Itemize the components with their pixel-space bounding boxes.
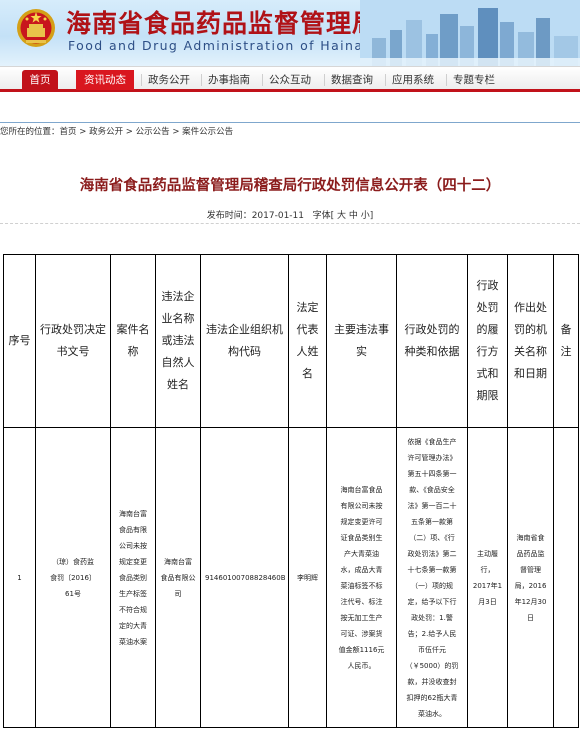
header-cell-remarks: 备注	[553, 254, 579, 428]
header-cell-case-name: 案件名称	[110, 254, 156, 428]
header-cell-penalty-basis: 行政处罚的种类和依据	[396, 254, 468, 428]
nav-guide[interactable]: 办事指南	[205, 70, 253, 90]
header-cell-no: 序号	[3, 254, 36, 428]
table-row: 1 （琼）食药监 食罚〔2016〕 61号 海南台富 食品有限 公司未按 规定变…	[3, 427, 579, 728]
nav-news[interactable]: 资讯动态	[76, 70, 134, 90]
font-size-small[interactable]: 小	[361, 211, 370, 221]
site-header: 海南省食品药品监督管理局 Food and Drug Administratio…	[0, 0, 580, 66]
breadcrumb-gov-affairs[interactable]: 政务公开	[89, 127, 123, 137]
cell-penalty-basis: 依据《食品生产 许可管理办法》 第五十四条第一 款、《食品安全 法》第一百二十 …	[396, 427, 468, 728]
cell-facts: 海南台富食品 有限公司未按 规定变更许可 证食品类别生 产大青菜油 水，成品大青…	[326, 427, 397, 728]
nav-interaction[interactable]: 公众互动	[266, 70, 314, 90]
cell-case-name: 海南台富 食品有限 公司未按 规定变更 食品类别 生产标签 不符合规 定的大青 …	[110, 427, 156, 728]
breadcrumb-case-announcements[interactable]: 案件公示公告	[182, 127, 233, 137]
font-size-label: 字体[	[312, 211, 335, 221]
nav-separator	[324, 74, 325, 86]
site-subtitle: Food and Drug Administration of Hainan	[68, 38, 373, 53]
nav-data-query[interactable]: 数据查询	[328, 70, 376, 90]
cell-decision-no: （琼）食药监 食罚〔2016〕 61号	[35, 427, 111, 728]
font-size-medium[interactable]: 中	[349, 211, 358, 221]
publish-date: 2017-01-11	[251, 211, 305, 221]
cell-no: 1	[3, 427, 36, 728]
cell-remarks	[553, 427, 579, 728]
header-cell-org-code: 违法企业组织机构代码	[200, 254, 289, 428]
site-title: 海南省食品药品监督管理局	[66, 9, 379, 38]
table-header-row: 序号 行政处罚决定书文号 案件名称 违法企业名称或违法自然人姓名 违法企业组织机…	[3, 254, 579, 428]
nav-separator	[141, 74, 142, 86]
header-cell-legal-rep: 法定代表人姓名	[288, 254, 327, 428]
content-divider	[0, 122, 580, 123]
breadcrumb-separator: >	[76, 127, 90, 137]
publish-label: 发布时间：	[206, 211, 252, 221]
nav-separator	[262, 74, 263, 86]
nav-topics[interactable]: 专题专栏	[450, 70, 498, 90]
header-cell-company: 违法企业名称或违法自然人姓名	[155, 254, 201, 428]
breadcrumb-separator: >	[169, 127, 183, 137]
city-skyline-banner	[360, 0, 580, 66]
header-cell-execution: 行政处罚的履行方式和期限	[467, 254, 508, 428]
penalty-info-table: 序号 行政处罚决定书文号 案件名称 违法企业名称或违法自然人姓名 违法企业组织机…	[3, 254, 579, 728]
cell-org-code: 91460100708828460B	[200, 427, 289, 728]
header-cell-decision-no: 行政处罚决定书文号	[35, 254, 111, 428]
article-title: 海南省食品药品监督管理局稽查局行政处罚信息公开表（四十二）	[79, 178, 501, 194]
nav-separator	[385, 74, 386, 86]
nav-systems[interactable]: 应用系统	[389, 70, 437, 90]
nav-separator	[446, 74, 447, 86]
breadcrumb-announcements[interactable]: 公示公告	[136, 127, 170, 137]
breadcrumb-prefix: 您所在的位置：	[0, 127, 60, 137]
nav-home[interactable]: 首页	[22, 70, 58, 90]
article-meta: 发布时间：2017-01-11 字体[ 大 中 小]	[0, 208, 580, 224]
cell-company: 海南台富 食品有限公 司	[155, 427, 201, 728]
cell-authority: 海南省食 品药品监 督管理 局，2016 年12月30 日	[507, 427, 554, 728]
font-size-close: ]	[369, 211, 374, 221]
breadcrumb-separator: >	[123, 127, 136, 137]
nav-gov-affairs[interactable]: 政务公开	[145, 70, 193, 90]
font-size-large[interactable]: 大	[337, 211, 346, 221]
main-nav: 首页 资讯动态 政务公开 办事指南 公众互动 数据查询 应用系统 专题专栏	[0, 66, 580, 92]
cell-execution: 主动履 行， 2017年1 月3日	[467, 427, 508, 728]
nav-separator	[201, 74, 202, 86]
breadcrumb: 您所在的位置：首页 > 政务公开 > 公示公告 > 案件公示公告	[0, 125, 233, 139]
national-emblem-icon	[17, 9, 55, 47]
breadcrumb-home[interactable]: 首页	[60, 127, 77, 137]
header-cell-authority: 作出处罚的机关名称和日期	[507, 254, 554, 428]
cell-legal-rep: 李明辉	[288, 427, 327, 728]
header-cell-facts: 主要违法事实	[326, 254, 397, 428]
